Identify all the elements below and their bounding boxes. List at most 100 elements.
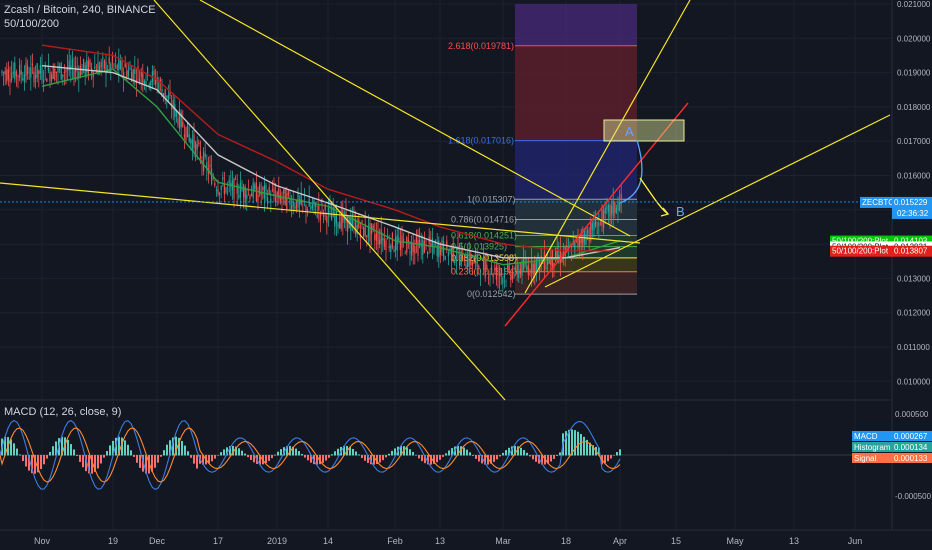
- time-tick-label: 17: [213, 536, 223, 546]
- time-tick-label: Apr: [613, 536, 627, 546]
- candle-body: [585, 234, 587, 245]
- candle-body: [294, 207, 296, 209]
- macd-hist-bar: [391, 450, 393, 456]
- candle-body: [483, 256, 485, 270]
- candle-body: [257, 194, 259, 201]
- candle-body: [486, 264, 488, 268]
- candle-body: [505, 280, 507, 282]
- candle-body: [39, 64, 41, 74]
- candle-body: [65, 69, 67, 72]
- candle-body: [163, 93, 165, 96]
- time-tick-label: Feb: [387, 536, 403, 546]
- macd-hist-bar: [40, 455, 42, 470]
- candle-body: [407, 239, 409, 242]
- candle-body: [87, 61, 89, 75]
- candle-body: [283, 189, 285, 194]
- price-tag-value: 0.015229: [894, 198, 928, 207]
- macd-hist-bar: [322, 455, 324, 463]
- candle-body: [412, 243, 414, 252]
- macd-hist-bar: [106, 451, 108, 456]
- candle-body: [316, 214, 318, 218]
- time-tick-label: 15: [671, 536, 681, 546]
- candle-body: [36, 63, 38, 78]
- candle-body: [22, 78, 24, 81]
- candle-body: [217, 189, 219, 194]
- candle-body: [591, 223, 593, 230]
- candle-body: [507, 265, 509, 270]
- candle-body: [241, 189, 243, 191]
- macd-hist-bar: [52, 446, 54, 456]
- candle-body: [25, 63, 27, 77]
- candle-body: [14, 62, 16, 80]
- candle-body: [177, 118, 179, 125]
- candle-body: [491, 265, 493, 272]
- candle-body: [601, 209, 603, 226]
- price-tick-label: 0.012000: [897, 309, 931, 318]
- candle-body: [291, 205, 293, 211]
- macd-hist-bar: [502, 452, 504, 456]
- candle-body: [547, 257, 549, 266]
- candle-body: [49, 71, 51, 82]
- candle-body: [529, 273, 531, 274]
- candle-body: [79, 65, 81, 77]
- macd-hist-bar: [280, 449, 282, 456]
- candle-body: [494, 268, 496, 272]
- macd-hist-bar: [388, 453, 390, 456]
- candle-body: [262, 187, 264, 190]
- macd-hist-bar: [553, 455, 555, 459]
- candle-body: [337, 223, 339, 227]
- price-axis[interactable]: 0.021000 0.020000 0.019000 0.018000 0.017000…: [830, 0, 932, 550]
- fib-level-label: 0(0.012542): [467, 289, 516, 299]
- candle-body: [355, 220, 357, 235]
- candle-body: [513, 273, 515, 275]
- macd-hist-bar: [583, 436, 585, 456]
- macd-hist-bar: [496, 455, 498, 460]
- candle-body: [497, 273, 499, 275]
- candle-body: [287, 190, 289, 195]
- macd-hist-bar: [82, 455, 84, 468]
- macd-hist-bar: [244, 453, 246, 456]
- candle-body: [459, 256, 461, 266]
- candle-body: [409, 251, 411, 253]
- candle-body: [155, 79, 157, 85]
- candle-body: [366, 235, 368, 238]
- candle-body: [174, 104, 176, 118]
- candle-body: [166, 95, 168, 98]
- candle-body: [35, 74, 37, 79]
- candle-body: [339, 221, 341, 229]
- candle-body: [606, 207, 608, 209]
- chart-canvas[interactable]: 2.618(0.019781) 1.618(0.017016) 1(0.015307…: [0, 0, 932, 550]
- candle-body: [132, 69, 134, 81]
- trendline-drawings[interactable]: AB: [0, 0, 892, 401]
- annotation-b: B: [676, 204, 685, 219]
- candle-body: [422, 239, 424, 255]
- candle-body: [11, 73, 13, 81]
- macd-hist-bar: [616, 451, 618, 456]
- candle-body: [134, 69, 136, 74]
- candle-body: [254, 184, 256, 189]
- candle-body: [345, 211, 347, 224]
- fib-level-label: 1(0.015307): [467, 194, 516, 204]
- price-tag-value: 0.013807: [894, 247, 928, 256]
- macd-hist-bar: [43, 455, 45, 465]
- arrowhead: [660, 207, 670, 217]
- candle-body: [276, 191, 278, 196]
- candle-body: [20, 70, 22, 75]
- candle-body: [305, 205, 307, 212]
- macd-hist-bar: [217, 455, 219, 456]
- time-tick-label: 2019: [267, 536, 287, 546]
- time-axis[interactable]: Nov 19 Dec 17 2019 14 Feb 13 Mar 18 Apr 15 May 13 Jun: [0, 529, 932, 546]
- candle-body: [620, 194, 622, 200]
- macd-hist-bar: [619, 449, 621, 456]
- candle-body: [617, 201, 619, 211]
- macd-hist-bar: [214, 455, 216, 459]
- candle-body: [15, 71, 17, 77]
- candle-body: [118, 58, 120, 71]
- candle-body: [212, 178, 214, 179]
- macd-hist-bar: [412, 451, 414, 456]
- candle-body: [215, 189, 217, 191]
- candle-body: [503, 274, 505, 278]
- candle-body: [203, 151, 205, 171]
- candle-body: [361, 220, 363, 223]
- candle-body: [270, 199, 272, 203]
